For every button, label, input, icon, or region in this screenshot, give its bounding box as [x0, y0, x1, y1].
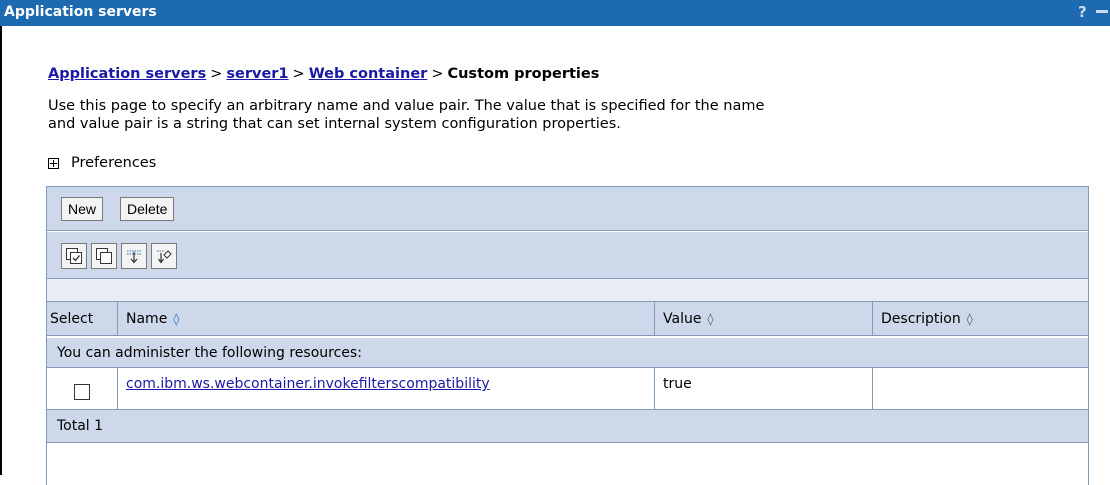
property-name-link[interactable]: com.ibm.ws.webcontainer.invokefilterscom… — [126, 376, 490, 392]
delete-button[interactable]: Delete — [120, 197, 175, 221]
breadcrumb-current: Custom properties — [447, 66, 600, 82]
new-button[interactable]: New — [61, 197, 104, 221]
row-select-checkbox[interactable] — [74, 383, 90, 400]
breadcrumb-server1[interactable]: server1 — [226, 66, 288, 82]
header-name[interactable]: Name ◊ — [117, 302, 654, 335]
table-total-row: Total 1 — [47, 410, 1088, 443]
total-count: Total 1 — [57, 418, 104, 434]
value-cell: true — [654, 368, 872, 409]
table-spacer — [47, 279, 1088, 302]
header-value-label: Value — [663, 310, 702, 327]
preferences-label: Preferences — [71, 155, 157, 171]
page-description: Use this page to specify an arbitrary na… — [48, 97, 1088, 133]
select-all-icon[interactable] — [61, 243, 87, 269]
description-line-1: Use this page to specify an arbitrary na… — [48, 98, 765, 114]
icon-toolbar — [47, 232, 1088, 279]
breadcrumb-separator: > — [292, 66, 305, 82]
expand-icon — [48, 157, 59, 169]
show-filter-icon[interactable] — [121, 243, 147, 269]
header-select: Select — [47, 302, 117, 335]
select-cell — [47, 368, 117, 409]
table-info-text: You can administer the following resourc… — [57, 344, 362, 361]
table-row: com.ibm.ws.webcontainer.invokefilterscom… — [47, 368, 1088, 410]
custom-properties-panel: New Delete Select Name ◊ Value ◊ Descrip… — [46, 186, 1089, 485]
header-value[interactable]: Value ◊ — [654, 302, 872, 335]
breadcrumb-separator: > — [210, 66, 223, 82]
breadcrumb-separator: > — [431, 66, 444, 82]
sort-icon[interactable]: ◊ — [967, 312, 973, 326]
breadcrumb-web-container[interactable]: Web container — [309, 66, 428, 82]
clear-filter-icon[interactable] — [151, 243, 177, 269]
sort-icon[interactable]: ◊ — [173, 312, 179, 326]
header-select-label: Select — [50, 310, 94, 327]
property-value: true — [663, 376, 692, 392]
header-name-label: Name — [126, 310, 168, 327]
description-line-2: and value pair is a string that can set … — [48, 116, 621, 132]
deselect-all-icon[interactable] — [91, 243, 117, 269]
minimize-icon[interactable] — [1096, 10, 1108, 13]
window-title: Application servers — [4, 4, 157, 20]
breadcrumb: Application servers > server1 > Web containe… — [48, 66, 599, 82]
header-description[interactable]: Description ◊ — [872, 302, 1088, 335]
name-cell: com.ibm.ws.webcontainer.invokefilterscom… — [117, 368, 654, 409]
button-toolbar: New Delete — [47, 187, 1088, 231]
preferences-toggle[interactable]: Preferences — [48, 155, 156, 171]
breadcrumb-application-servers[interactable]: Application servers — [48, 66, 206, 82]
table-header-row: Select Name ◊ Value ◊ Description ◊ — [47, 302, 1088, 336]
help-icon[interactable]: ? — [1078, 3, 1087, 21]
window-title-bar: Application servers ? — [0, 0, 1110, 26]
sort-icon[interactable]: ◊ — [707, 312, 713, 326]
description-cell — [872, 368, 1088, 409]
header-description-label: Description — [881, 310, 961, 327]
table-info-row: You can administer the following resourc… — [47, 338, 1088, 368]
